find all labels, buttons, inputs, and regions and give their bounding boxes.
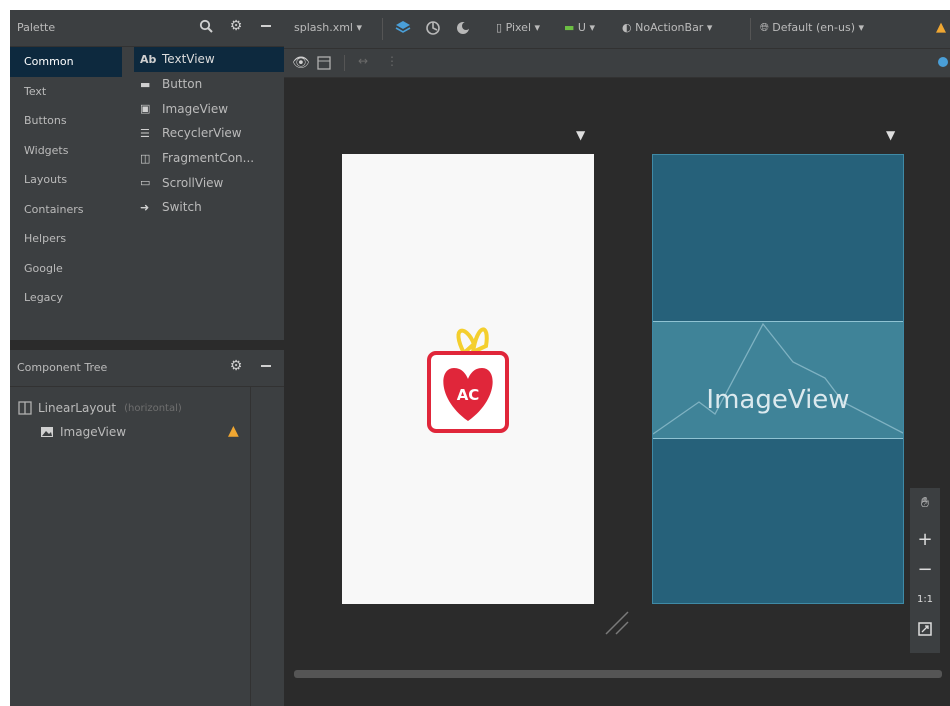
theme-label: NoActionBar ▾: [635, 21, 713, 34]
blueprint-preview[interactable]: ImageView: [652, 154, 904, 604]
palette-item-label: ScrollView: [162, 175, 224, 190]
horizontal-scrollbar[interactable]: [294, 670, 942, 678]
palette-category-google[interactable]: Google: [10, 254, 122, 284]
palette-header: Palette ⚙: [10, 10, 284, 47]
palette-category-widgets[interactable]: Widgets: [10, 136, 122, 166]
palette-categories: Common Text Buttons Widgets Layouts Cont…: [10, 47, 122, 313]
palette-category-buttons[interactable]: Buttons: [10, 106, 122, 136]
component-tree-body: LinearLayout (horizontal) ImageView ▲: [10, 387, 284, 706]
recyclerview-icon: ☰: [140, 126, 150, 140]
palette-category-layouts[interactable]: Layouts: [10, 165, 122, 195]
tree-node-linearlayout[interactable]: LinearLayout (horizontal): [18, 397, 182, 419]
button-icon: ▬: [140, 77, 151, 91]
pin-icon: ▼: [886, 128, 896, 142]
minimize-icon[interactable]: [258, 358, 274, 374]
palette-item-label: RecyclerView: [162, 126, 242, 141]
eye-icon[interactable]: 👁︎: [292, 55, 310, 71]
palette-item-textview[interactable]: Ab TextView: [134, 47, 284, 72]
palette-item-label: Switch: [162, 200, 202, 215]
app-logo: AC: [427, 327, 509, 433]
zoom-controls: ✋︎ + − 1:1: [910, 488, 940, 653]
palette-item-recyclerview[interactable]: ☰ RecyclerView: [134, 121, 284, 146]
divider: [750, 18, 751, 40]
divider: [382, 18, 383, 40]
logo-text: AC: [457, 386, 480, 404]
tree-node-orientation: (horizontal): [124, 402, 182, 414]
palette-item-button[interactable]: ▬ Button: [134, 72, 284, 97]
palette-item-label: FragmentCon...: [162, 151, 255, 166]
api-dropdown[interactable]: ▬ U ▾: [564, 21, 595, 34]
palette-item-label: TextView: [162, 52, 215, 67]
locale-dropdown[interactable]: 🌐︎ Default (en-us) ▾: [760, 21, 864, 35]
palette-item-label: ImageView: [162, 101, 229, 116]
locale-label: Default (en-us) ▾: [772, 21, 864, 34]
design-surface-icon[interactable]: [394, 19, 412, 40]
editor-toolbar: splash.xml ▾ ▯ Pixel ▾ ▬ U ▾ ◐ NoActionB…: [284, 10, 950, 49]
pack-icon[interactable]: ↔: [358, 54, 368, 68]
tree-node-label: ImageView: [60, 425, 127, 439]
zoom-out-icon[interactable]: −: [910, 554, 940, 584]
palette-panel: Palette ⚙ Common Text Buttons Widgets La…: [10, 10, 284, 340]
palette-item-switch[interactable]: ➜ Switch: [134, 195, 284, 220]
design-canvas: ▼ ▼ AC ImageView ✋︎ + − 1:1: [284, 78, 950, 706]
palette-category-helpers[interactable]: Helpers: [10, 224, 122, 254]
file-dropdown[interactable]: splash.xml ▾: [294, 21, 362, 34]
linearlayout-icon: [18, 401, 32, 415]
component-tree-panel: Component Tree ⚙ LinearLayout (horizonta…: [10, 350, 284, 706]
device-label: Pixel ▾: [505, 21, 541, 34]
view-options-toolbar: 👁︎ ↔ ⋮: [284, 49, 950, 78]
switch-icon: ➜: [140, 200, 150, 214]
gear-icon[interactable]: ⚙: [228, 358, 244, 374]
palette-category-common[interactable]: Common: [10, 47, 122, 77]
orientation-icon[interactable]: [424, 19, 442, 40]
imageview-icon: [41, 427, 53, 437]
pan-hand-icon[interactable]: ✋︎: [910, 488, 940, 518]
device-dropdown[interactable]: ▯ Pixel ▾: [496, 21, 540, 34]
warning-icon[interactable]: ▲: [936, 20, 946, 35]
imageview-icon: ▣: [140, 102, 151, 116]
zoom-actual-icon[interactable]: 1:1: [910, 584, 940, 614]
android-studio-layout-editor: Palette ⚙ Common Text Buttons Widgets La…: [10, 10, 950, 706]
divider: [344, 55, 345, 71]
api-label: U ▾: [577, 21, 595, 34]
divider: [250, 387, 251, 706]
component-tree-title: Component Tree: [17, 361, 108, 374]
component-tree-header: Component Tree ⚙: [10, 350, 284, 387]
warning-icon[interactable]: ▲: [228, 423, 239, 439]
tree-node-label: LinearLayout: [38, 401, 117, 415]
theme-dropdown[interactable]: ◐ NoActionBar ▾: [622, 21, 712, 34]
zoom-fit-icon[interactable]: [910, 614, 940, 644]
design-preview[interactable]: AC: [342, 154, 594, 604]
imageview-blueprint[interactable]: ImageView: [653, 321, 903, 439]
night-mode-icon[interactable]: [454, 19, 472, 40]
status-dot: [938, 57, 948, 67]
palette-category-text[interactable]: Text: [10, 77, 122, 107]
android-icon: ▬: [564, 21, 575, 34]
palette-category-legacy[interactable]: Legacy: [10, 283, 122, 313]
margins-icon[interactable]: [316, 55, 332, 75]
palette-item-fragmentcontainer[interactable]: ◫ FragmentCon...: [134, 146, 284, 171]
palette-item-scrollview[interactable]: ▭ ScrollView: [134, 170, 284, 195]
fragment-icon: ◫: [140, 151, 151, 165]
align-icon[interactable]: ⋮: [386, 54, 398, 68]
search-icon[interactable]: [198, 18, 214, 34]
textview-icon: Ab: [140, 52, 157, 66]
palette-item-label: Button: [162, 77, 203, 92]
palette-item-imageview[interactable]: ▣ ImageView: [134, 96, 284, 121]
palette-items: Ab TextView ▬ Button ▣ ImageView ☰ Recyc…: [134, 47, 284, 220]
zoom-in-icon[interactable]: +: [910, 524, 940, 554]
palette-title: Palette: [17, 21, 56, 34]
mountain-icon: [653, 322, 903, 435]
tree-node-imageview[interactable]: ImageView: [40, 421, 126, 443]
resize-handle-icon[interactable]: [602, 608, 632, 638]
pin-icon: ▼: [576, 128, 586, 142]
minimize-icon[interactable]: [258, 18, 274, 34]
scrollview-icon: ▭: [140, 176, 151, 190]
palette-category-containers[interactable]: Containers: [10, 195, 122, 225]
blueprint-label: ImageView: [706, 385, 850, 415]
gear-icon[interactable]: ⚙: [228, 18, 244, 34]
